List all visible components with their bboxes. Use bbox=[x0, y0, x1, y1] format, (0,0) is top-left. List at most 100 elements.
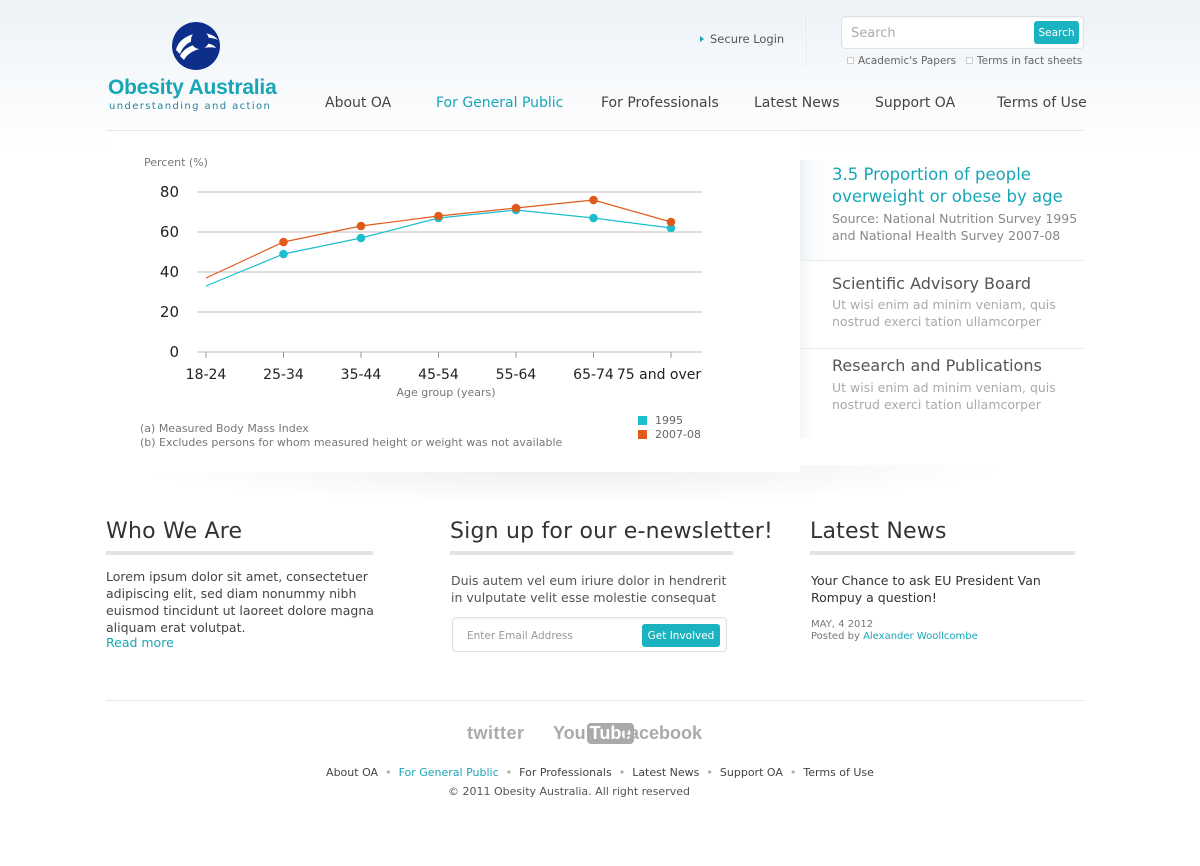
legend-item-1995: 1995 bbox=[638, 414, 683, 427]
news-item-byline: Posted by Alexander Woollcombe bbox=[811, 631, 978, 642]
logo-name: Obesity Australia bbox=[108, 76, 277, 99]
data-point bbox=[279, 249, 288, 259]
search-option-fact-sheets[interactable]: Terms in fact sheets bbox=[966, 55, 1082, 67]
posted-by-label: Posted by bbox=[811, 631, 860, 642]
logo-tagline: understanding and action bbox=[109, 101, 272, 112]
separator-dot: • bbox=[505, 766, 513, 779]
data-point bbox=[356, 221, 366, 231]
nav-item-support[interactable]: Support OA bbox=[875, 95, 955, 111]
arrow-right-icon bbox=[700, 36, 704, 42]
heading-rule bbox=[810, 551, 1075, 555]
separator-dot: • bbox=[618, 766, 626, 779]
checkbox-icon[interactable] bbox=[847, 57, 854, 64]
news-item-title[interactable]: Your Chance to ask EU President Van Romp… bbox=[811, 572, 1091, 606]
footer-link-general-public[interactable]: For General Public bbox=[399, 766, 499, 779]
separator-dot: • bbox=[789, 766, 797, 779]
search-button[interactable]: Search bbox=[1034, 21, 1079, 44]
data-point bbox=[666, 217, 676, 227]
data-point bbox=[279, 237, 288, 247]
newsletter-text: Duis autem vel eum iriure dolor in hendr… bbox=[451, 573, 727, 605]
legend-item-2007-08: 2007-08 bbox=[638, 428, 701, 441]
heading-rule bbox=[106, 551, 373, 555]
separator-dot: • bbox=[706, 766, 713, 779]
search-option-papers[interactable]: Academic's Papers bbox=[847, 55, 956, 67]
search-input[interactable] bbox=[851, 24, 1031, 42]
sidebar-item-advisory-board[interactable]: Scientific Advisory Board Ut wisi enim a… bbox=[800, 260, 1084, 348]
secure-login-label: Secure Login bbox=[710, 32, 785, 46]
data-point bbox=[589, 195, 598, 205]
x-tick-label: 35-44 bbox=[341, 367, 382, 383]
x-axis-label: Age group (years) bbox=[396, 386, 495, 399]
y-axis-label: Percent (%) bbox=[144, 156, 208, 169]
latest-news-heading: Latest News bbox=[810, 519, 947, 544]
footer-link-about[interactable]: About OA bbox=[326, 766, 378, 779]
sidebar-item-research[interactable]: Research and Publications Ut wisi enim a… bbox=[800, 348, 1084, 438]
data-point bbox=[356, 233, 366, 243]
email-box: Get Involved bbox=[452, 617, 727, 652]
logo[interactable]: Obesity Australia understanding and acti… bbox=[106, 20, 286, 116]
who-we-are-text: Lorem ipsum dolor sit amet, consectetuer… bbox=[106, 569, 374, 635]
chart-sidebar: 3.5 Proportion of people overweight or o… bbox=[800, 160, 1084, 450]
nav-item-professionals[interactable]: For Professionals bbox=[601, 95, 719, 111]
who-we-are-heading: Who We Are bbox=[106, 519, 243, 544]
legend-label: 1995 bbox=[655, 414, 683, 427]
header-divider bbox=[806, 16, 808, 66]
secure-login-link[interactable]: Secure Login bbox=[700, 32, 784, 46]
sidebar-item-title: 3.5 Proportion of people overweight or o… bbox=[832, 165, 1063, 206]
swoosh-globe-icon bbox=[168, 20, 224, 76]
x-tick-label: 75 and over bbox=[617, 367, 702, 383]
data-point bbox=[589, 213, 598, 223]
footer-link-terms[interactable]: Terms of Use bbox=[803, 766, 874, 779]
series-line bbox=[205, 199, 672, 279]
newsletter-heading: Sign up for our e-newsletter! bbox=[450, 519, 774, 544]
sidebar-item-title: Scientific Advisory Board bbox=[832, 274, 1032, 293]
news-item-date: MAY, 4 2012 bbox=[811, 619, 874, 630]
email-field[interactable] bbox=[467, 628, 637, 644]
chart-note-a: (a) Measured Body Mass Index bbox=[140, 422, 309, 435]
nav-item-terms[interactable]: Terms of Use bbox=[997, 95, 1087, 111]
legend-swatch bbox=[638, 430, 647, 439]
x-tick-label: 25-34 bbox=[263, 367, 304, 383]
y-tick-label: 20 bbox=[160, 303, 179, 321]
y-tick-label: 80 bbox=[160, 183, 179, 201]
twitter-icon[interactable]: twitter bbox=[467, 723, 525, 744]
sidebar-item-text: Ut wisi enim ad minim veniam, quis nostr… bbox=[832, 380, 1056, 412]
chart-note-b: (b) Excludes persons for whom measured h… bbox=[140, 436, 563, 449]
read-more-link[interactable]: Read more bbox=[106, 635, 174, 650]
facebook-icon[interactable]: facebook bbox=[623, 723, 702, 744]
footer-link-professionals[interactable]: For Professionals bbox=[519, 766, 612, 779]
footer-link-latest-news[interactable]: Latest News bbox=[632, 766, 699, 779]
x-tick-label: 18-24 bbox=[186, 367, 227, 383]
data-point bbox=[511, 203, 521, 213]
heading-rule bbox=[450, 551, 733, 555]
line-chart: Percent (%) 0 20 40 60 80 18-24 25-34 35-44 45-54… bbox=[144, 156, 702, 399]
news-author-link[interactable]: Alexander Woollcombe bbox=[863, 631, 978, 642]
x-tick-label: 55-64 bbox=[496, 367, 537, 383]
sidebar-item-source: Source: National Nutrition Survey 1995 a… bbox=[832, 211, 1078, 243]
x-tick-label: 65-74 bbox=[573, 367, 614, 383]
chart-panel: Percent (%) 0 20 40 60 80 18-24 25-34 35-44 45-54… bbox=[106, 131, 800, 472]
checkbox-icon[interactable] bbox=[966, 57, 973, 64]
sidebar-item-title: Research and Publications bbox=[832, 356, 1042, 375]
legend-swatch bbox=[638, 416, 647, 425]
y-tick-label: 0 bbox=[169, 343, 179, 361]
get-involved-button[interactable]: Get Involved bbox=[642, 624, 720, 647]
sidebar-item-text: Ut wisi enim ad minim veniam, quis nostr… bbox=[832, 297, 1056, 329]
nav-item-general-public[interactable]: For General Public bbox=[436, 95, 563, 111]
y-tick-label: 40 bbox=[160, 263, 179, 281]
search-option-label: Terms in fact sheets bbox=[977, 55, 1083, 67]
search-option-label: Academic's Papers bbox=[858, 55, 957, 67]
legend-label: 2007-08 bbox=[655, 428, 701, 441]
youtube-you: You bbox=[553, 723, 586, 743]
sidebar-item-active[interactable]: 3.5 Proportion of people overweight or o… bbox=[800, 160, 1084, 260]
copyright: © 2011 Obesity Australia. All right rese… bbox=[448, 785, 690, 798]
footer-nav: About OA • For General Public • For Professi… bbox=[0, 766, 1200, 779]
y-tick-label: 60 bbox=[160, 223, 179, 241]
search-box: Search bbox=[841, 16, 1084, 49]
separator-dot: • bbox=[385, 766, 392, 779]
x-tick-label: 45-54 bbox=[418, 367, 459, 383]
nav-item-latest-news[interactable]: Latest News bbox=[754, 95, 840, 111]
nav-item-about[interactable]: About OA bbox=[325, 95, 391, 111]
footer-link-support[interactable]: Support OA bbox=[720, 766, 783, 779]
footer-divider bbox=[106, 700, 1084, 701]
